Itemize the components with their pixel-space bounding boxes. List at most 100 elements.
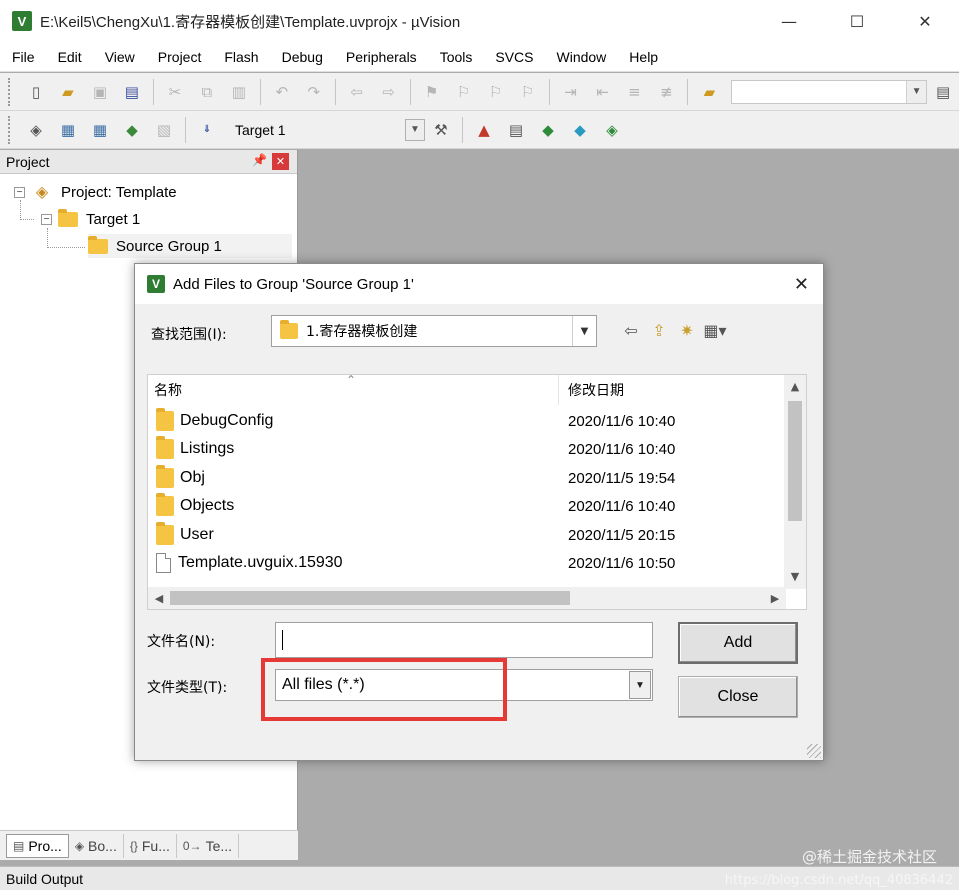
toolbar-grip[interactable] — [8, 115, 14, 144]
manage-components-icon[interactable]: ▲ — [471, 117, 497, 143]
tree-item-target[interactable]: − Target 1 — [41, 207, 140, 231]
project-items-icon[interactable]: ▤ — [503, 117, 529, 143]
chevron-down-icon[interactable]: ▼ — [906, 80, 927, 103]
chevron-down-icon[interactable]: ▼ — [405, 118, 425, 141]
pack-installer-icon[interactable]: ◆ — [535, 117, 561, 143]
new-folder-icon[interactable]: ✷ — [673, 318, 701, 342]
cut-icon[interactable]: ✂ — [162, 79, 188, 105]
run-time-environment-icon[interactable]: ◈ — [599, 117, 625, 143]
prev-bookmark-icon[interactable]: ⚐ — [451, 79, 477, 105]
column-header-name[interactable]: 名称 — [154, 375, 182, 405]
back-arrow-icon[interactable]: ⇦ — [617, 318, 645, 342]
save-all-icon[interactable]: ▤ — [119, 79, 145, 105]
toolbar-grip[interactable] — [8, 77, 14, 106]
column-header-date[interactable]: 修改日期 — [568, 375, 624, 405]
find-combo[interactable]: ▼ — [731, 79, 928, 104]
rebuild-icon[interactable]: ▦ — [87, 117, 113, 143]
bookmark-icon[interactable]: ⚑ — [419, 79, 445, 105]
chevron-down-icon[interactable]: ▼ — [572, 316, 596, 346]
uncomment-icon[interactable]: ≢ — [653, 79, 679, 105]
stop-build-icon[interactable]: ▧ — [151, 117, 177, 143]
tree-item-source-group[interactable]: Source Group 1 — [88, 234, 292, 258]
menu-svcs[interactable]: SVCS — [483, 49, 544, 65]
download-icon[interactable]: ⇓ — [194, 117, 220, 143]
undo-icon[interactable]: ↶ — [269, 79, 295, 105]
up-folder-icon[interactable]: ⇪ — [645, 318, 673, 342]
menu-window[interactable]: Window — [545, 49, 618, 65]
open-file-icon[interactable]: ▰ — [55, 79, 81, 105]
pin-icon[interactable]: 📌 — [252, 153, 267, 167]
build-icon[interactable]: ▦ — [55, 117, 81, 143]
menu-peripherals[interactable]: Peripherals — [334, 49, 428, 65]
column-divider[interactable] — [558, 375, 559, 405]
dialog-title: Add Files to Group 'Source Group 1' — [173, 275, 414, 293]
tab-project[interactable]: ▤ Pro... — [6, 833, 69, 858]
new-file-icon[interactable]: ▯ — [23, 79, 49, 105]
clear-bookmarks-icon[interactable]: ⚐ — [515, 79, 541, 105]
look-in-select[interactable]: 1.寄存器模板创建 ▼ — [271, 315, 597, 347]
paste-icon[interactable]: ▥ — [226, 79, 252, 105]
file-row[interactable]: User 2020/11/5 20:15 — [148, 521, 778, 549]
select-software-packs-icon[interactable]: ◆ — [567, 117, 593, 143]
target-select[interactable]: Target 1 ▼ — [229, 117, 425, 142]
scroll-up-icon[interactable]: ▲ — [784, 375, 806, 397]
collapse-icon[interactable]: − — [41, 213, 52, 225]
file-row[interactable]: Objects 2020/11/6 10:40 — [148, 492, 778, 520]
save-icon[interactable]: ▣ — [87, 79, 113, 105]
batch-build-icon[interactable]: ◆ — [119, 117, 145, 143]
filename-input[interactable] — [275, 622, 653, 658]
navigate-back-icon[interactable]: ⇦ — [344, 79, 370, 105]
scroll-left-icon[interactable]: ◀ — [148, 587, 170, 609]
file-row[interactable]: Template.uvguix.15930 2020/11/6 10:50 — [148, 549, 778, 577]
unindent-icon[interactable]: ⇤ — [590, 79, 616, 105]
file-date: 2020/11/6 10:50 — [568, 554, 676, 572]
folder-icon — [156, 522, 174, 545]
horizontal-scrollbar[interactable]: ◀ ▶ — [148, 587, 786, 609]
scroll-thumb[interactable] — [788, 401, 802, 521]
comment-icon[interactable]: ≡ — [621, 79, 647, 105]
tab-books[interactable]: ◈ Bo... — [69, 833, 124, 858]
filetype-label: 文件类型(T): — [147, 680, 228, 696]
menu-file[interactable]: File — [0, 49, 46, 65]
scroll-right-icon[interactable]: ▶ — [764, 587, 786, 609]
tree-item-project[interactable]: − ◈ Project: Template — [14, 180, 177, 204]
menu-flash[interactable]: Flash — [212, 49, 269, 65]
window-title: E:\Keil5\ChengXu\1.寄存器模板创建\Template.uvpr… — [40, 13, 461, 31]
menu-tools[interactable]: Tools — [428, 49, 484, 65]
tab-templates[interactable]: 0→ Te... — [177, 833, 240, 858]
file-row[interactable]: DebugConfig 2020/11/6 10:40 — [148, 407, 778, 435]
find-icon[interactable]: ▤ — [930, 79, 956, 105]
close-pane-button[interactable]: ✕ — [272, 153, 289, 170]
menu-debug[interactable]: Debug — [270, 49, 334, 65]
toolbar-separator — [548, 78, 550, 105]
file-row[interactable]: Listings 2020/11/6 10:40 — [148, 435, 778, 463]
close-window-button[interactable]: ✕ — [891, 0, 959, 42]
view-menu-icon[interactable]: ▦▾ — [701, 318, 729, 342]
file-row[interactable]: Obj 2020/11/5 19:54 — [148, 464, 778, 492]
chevron-down-icon[interactable]: ▼ — [629, 671, 651, 699]
find-in-files-icon[interactable]: ▰ — [696, 79, 722, 105]
navigate-forward-icon[interactable]: ⇨ — [376, 79, 402, 105]
translate-icon[interactable]: ◈ — [23, 117, 49, 143]
add-button[interactable]: Add — [678, 622, 798, 664]
maximize-button[interactable]: ☐ — [823, 0, 891, 42]
menu-edit[interactable]: Edit — [46, 49, 93, 65]
resize-grip[interactable] — [807, 744, 821, 758]
tab-functions[interactable]: {} Fu... — [124, 833, 177, 858]
next-bookmark-icon[interactable]: ⚐ — [483, 79, 509, 105]
vertical-scrollbar[interactable]: ▲ ▼ — [784, 375, 806, 589]
copy-icon[interactable]: ⧉ — [194, 79, 220, 105]
target-options-icon[interactable]: ⚒ — [428, 117, 454, 143]
scroll-thumb[interactable] — [170, 591, 570, 605]
menu-project[interactable]: Project — [146, 49, 213, 65]
minimize-button[interactable]: — — [755, 0, 823, 42]
menu-bar: File Edit View Project Flash Debug Perip… — [0, 42, 959, 72]
scroll-down-icon[interactable]: ▼ — [784, 565, 806, 587]
menu-help[interactable]: Help — [617, 49, 669, 65]
collapse-icon[interactable]: − — [14, 186, 25, 198]
close-icon[interactable]: ✕ — [794, 274, 809, 295]
redo-icon[interactable]: ↷ — [301, 79, 327, 105]
menu-view[interactable]: View — [93, 49, 146, 65]
indent-icon[interactable]: ⇥ — [558, 79, 584, 105]
close-button[interactable]: Close — [678, 676, 798, 718]
